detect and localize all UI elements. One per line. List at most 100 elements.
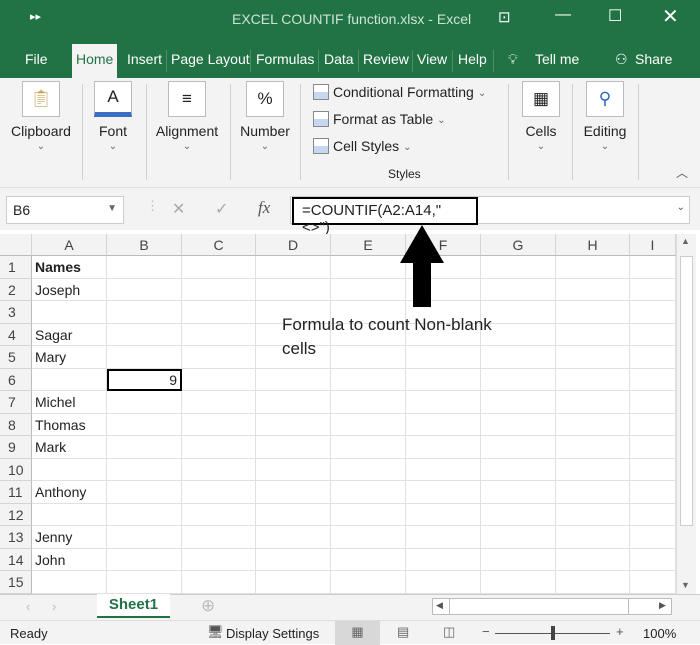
page-layout-view-icon[interactable]: ▤ — [397, 624, 409, 640]
cell-E14[interactable] — [331, 548, 406, 571]
cell-A2[interactable]: Joseph — [32, 278, 107, 301]
name-box-dropdown-icon[interactable]: ▼ — [107, 203, 117, 214]
expand-formula-icon[interactable]: ⌄ — [677, 202, 685, 213]
cell-D12[interactable] — [256, 503, 331, 526]
cell-I14[interactable] — [630, 548, 676, 571]
cell-F15[interactable] — [406, 571, 481, 594]
normal-view-icon[interactable]: ▦ — [335, 621, 380, 645]
worksheet-grid[interactable]: A B C D E F G H I 1 Names 2 Joseph 3 4 Sagar 5 Mary 6 9 7 Mic… — [0, 234, 676, 594]
cell-I9[interactable] — [630, 436, 676, 459]
horizontal-scrollbar[interactable]: ◀ ▶ — [432, 598, 672, 615]
h-scroll-thumb[interactable] — [449, 599, 629, 614]
cell-G9[interactable] — [481, 436, 556, 459]
zoom-level[interactable]: 100% — [643, 626, 676, 641]
tab-home[interactable]: Home — [72, 44, 118, 78]
column-header-I[interactable]: I — [630, 234, 676, 256]
cell-F9[interactable] — [406, 436, 481, 459]
cell-H8[interactable] — [556, 413, 630, 436]
cell-A5[interactable]: Mary — [32, 346, 107, 369]
cell-H4[interactable] — [556, 323, 630, 346]
cell-G10[interactable] — [481, 458, 556, 481]
cell-I13[interactable] — [630, 526, 676, 549]
row-header[interactable]: 11 — [0, 481, 32, 504]
cell-H15[interactable] — [556, 571, 630, 594]
row-header[interactable]: 12 — [0, 503, 32, 526]
row-header[interactable]: 8 — [0, 413, 32, 436]
cell-D7[interactable] — [256, 391, 331, 414]
row-header[interactable]: 4 — [0, 323, 32, 346]
cell-B14[interactable] — [107, 548, 182, 571]
cell-E12[interactable] — [331, 503, 406, 526]
cell-G6[interactable] — [481, 368, 556, 391]
cell-D6[interactable] — [256, 368, 331, 391]
cell-B10[interactable] — [107, 458, 182, 481]
cell-I10[interactable] — [630, 458, 676, 481]
enter-icon[interactable]: ✓ — [215, 199, 228, 219]
cell-H11[interactable] — [556, 481, 630, 504]
cell-E1[interactable] — [331, 256, 406, 279]
column-header-A[interactable]: A — [32, 234, 107, 256]
insert-function-icon[interactable]: fx — [258, 198, 270, 218]
cell-D8[interactable] — [256, 413, 331, 436]
cell-I8[interactable] — [630, 413, 676, 436]
cell-G15[interactable] — [481, 571, 556, 594]
share-button[interactable]: Share — [632, 44, 675, 78]
cell-C13[interactable] — [182, 526, 256, 549]
cell-A9[interactable]: Mark — [32, 436, 107, 459]
column-header-G[interactable]: G — [481, 234, 556, 256]
cell-G4[interactable] — [481, 323, 556, 346]
tab-formulas[interactable]: Formulas — [253, 44, 317, 78]
formula-highlight[interactable]: =COUNTIF(A2:A14,"<>") — [292, 197, 478, 236]
font-group[interactable]: A Font ⌄ — [88, 78, 138, 152]
maximize-button[interactable]: ☐ — [608, 6, 622, 26]
cancel-icon[interactable]: ✕ — [172, 199, 185, 219]
conditional-formatting-button[interactable]: Conditional Formatting ⌄ — [313, 84, 486, 100]
minimize-button[interactable]: — — [555, 6, 571, 24]
cell-G5[interactable] — [481, 346, 556, 369]
cell-D9[interactable] — [256, 436, 331, 459]
cell-B11[interactable] — [107, 481, 182, 504]
cell-C7[interactable] — [182, 391, 256, 414]
cell-B7[interactable] — [107, 391, 182, 414]
cell-G11[interactable] — [481, 481, 556, 504]
cell-G14[interactable] — [481, 548, 556, 571]
cell-F13[interactable] — [406, 526, 481, 549]
row-header[interactable]: 3 — [0, 301, 32, 324]
zoom-out-button[interactable]: − — [482, 624, 490, 639]
cell-F11[interactable] — [406, 481, 481, 504]
cell-B8[interactable] — [107, 413, 182, 436]
cell-G7[interactable] — [481, 391, 556, 414]
row-header[interactable]: 1 — [0, 256, 32, 279]
share-icon[interactable]: ⚇ — [612, 44, 631, 78]
cell-C9[interactable] — [182, 436, 256, 459]
tab-insert[interactable]: Insert — [124, 44, 165, 78]
clipboard-group[interactable]: 📋︎ Clipboard ⌄ — [6, 78, 76, 152]
cell-I5[interactable] — [630, 346, 676, 369]
cell-E6[interactable] — [331, 368, 406, 391]
tab-view[interactable]: View — [414, 44, 450, 78]
cell-I15[interactable] — [630, 571, 676, 594]
cell-E7[interactable] — [331, 391, 406, 414]
cell-I3[interactable] — [630, 301, 676, 324]
cell-H1[interactable] — [556, 256, 630, 279]
cell-H6[interactable] — [556, 368, 630, 391]
close-button[interactable]: ✕ — [662, 4, 679, 29]
number-group[interactable]: % Number ⌄ — [236, 78, 294, 152]
zoom-slider-thumb[interactable] — [551, 626, 555, 640]
cell-E2[interactable] — [331, 278, 406, 301]
tab-review[interactable]: Review — [360, 44, 412, 78]
cell-E10[interactable] — [331, 458, 406, 481]
cell-C10[interactable] — [182, 458, 256, 481]
page-break-view-icon[interactable]: ◫ — [443, 624, 455, 640]
scroll-down-icon[interactable]: ▼ — [681, 580, 690, 590]
cell-G3[interactable] — [481, 301, 556, 324]
row-header[interactable]: 10 — [0, 458, 32, 481]
format-as-table-button[interactable]: Format as Table ⌄ — [313, 111, 446, 127]
cell-B12[interactable] — [107, 503, 182, 526]
sheet-tab-sheet1[interactable]: Sheet1 — [97, 594, 170, 618]
cell-H2[interactable] — [556, 278, 630, 301]
column-header-C[interactable]: C — [182, 234, 256, 256]
cell-A15[interactable] — [32, 571, 107, 594]
tell-me[interactable]: Tell me — [532, 44, 582, 78]
ribbon-display-icon[interactable]: ⊡ — [498, 8, 511, 26]
